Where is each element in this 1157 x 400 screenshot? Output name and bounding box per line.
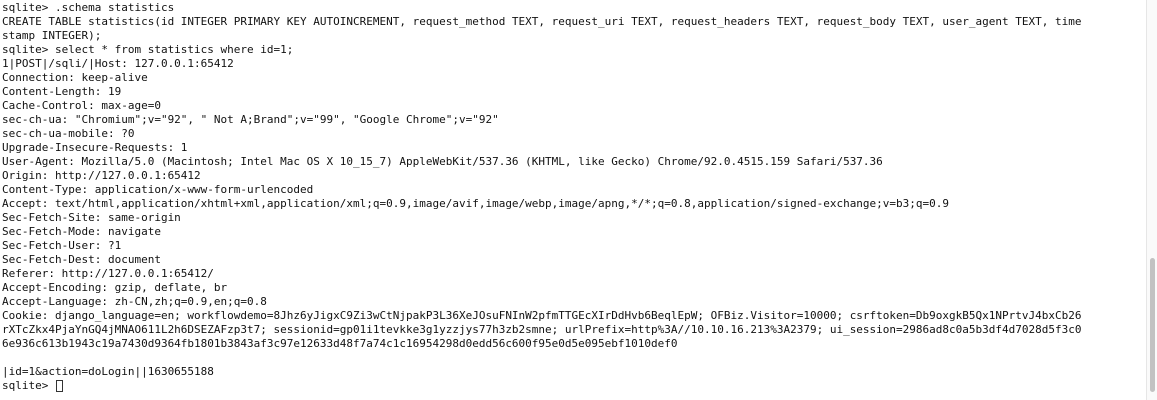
terminal-line: Content-Type: application/x-www-form-url… xyxy=(2,183,314,196)
terminal-line: 6e936c613b1943c19a7430d9364fb1801b3843af… xyxy=(2,337,678,350)
terminal-line: sec-ch-ua: "Chromium";v="92", " Not A;Br… xyxy=(2,113,499,126)
terminal-line: |id=1&action=doLogin||1630655188 xyxy=(2,365,214,378)
command-prompt-line[interactable]: sqlite> xyxy=(2,379,1146,393)
terminal-line: Referer: http://127.0.0.1:65412/ xyxy=(2,267,214,280)
terminal-line: Sec-Fetch-User: ?1 xyxy=(2,239,122,252)
terminal-line: stamp INTEGER); xyxy=(2,29,102,42)
terminal-line: Origin: http://127.0.0.1:65412 xyxy=(2,169,201,182)
terminal-line: Sec-Fetch-Mode: navigate xyxy=(2,225,161,238)
terminal-line: Sec-Fetch-Dest: document xyxy=(2,253,161,266)
terminal-line: Accept: text/html,application/xhtml+xml,… xyxy=(2,197,950,210)
prompt-label: sqlite> xyxy=(2,379,55,392)
terminal-line: Upgrade-Insecure-Requests: 1 xyxy=(2,141,188,154)
terminal-output[interactable]: sqlite> .schema statistics CREATE TABLE … xyxy=(0,0,1146,400)
terminal-line: sqlite> select * from statistics where i… xyxy=(2,43,294,56)
terminal-line: sqlite> .schema statistics xyxy=(2,1,175,14)
vertical-scrollbar[interactable] xyxy=(1146,0,1157,400)
terminal-line: Content-Length: 19 xyxy=(2,85,122,98)
terminal-line: Cookie: django_language=en; workflowdemo… xyxy=(2,309,1082,322)
terminal-line: Connection: keep-alive xyxy=(2,71,148,84)
scrollbar-thumb[interactable] xyxy=(1150,258,1155,392)
terminal-line: Sec-Fetch-Site: same-origin xyxy=(2,211,181,224)
terminal-line: User-Agent: Mozilla/5.0 (Macintosh; Inte… xyxy=(2,155,883,168)
terminal-line: CREATE TABLE statistics(id INTEGER PRIMA… xyxy=(2,15,1082,28)
text-cursor[interactable] xyxy=(55,380,63,392)
terminal-line: rXTcZkx4PjaYnGQ4jMNAO611L2h6DSEZAFzp3t7;… xyxy=(2,323,1082,336)
terminal-line: Accept-Encoding: gzip, deflate, br xyxy=(2,281,228,294)
terminal-line: 1|POST|/sqli/|Host: 127.0.0.1:65412 xyxy=(2,57,234,70)
terminal-line: Accept-Language: zh-CN,zh;q=0.9,en;q=0.8 xyxy=(2,295,267,308)
terminal-line: Cache-Control: max-age=0 xyxy=(2,99,161,112)
terminal-line: sec-ch-ua-mobile: ?0 xyxy=(2,127,135,140)
